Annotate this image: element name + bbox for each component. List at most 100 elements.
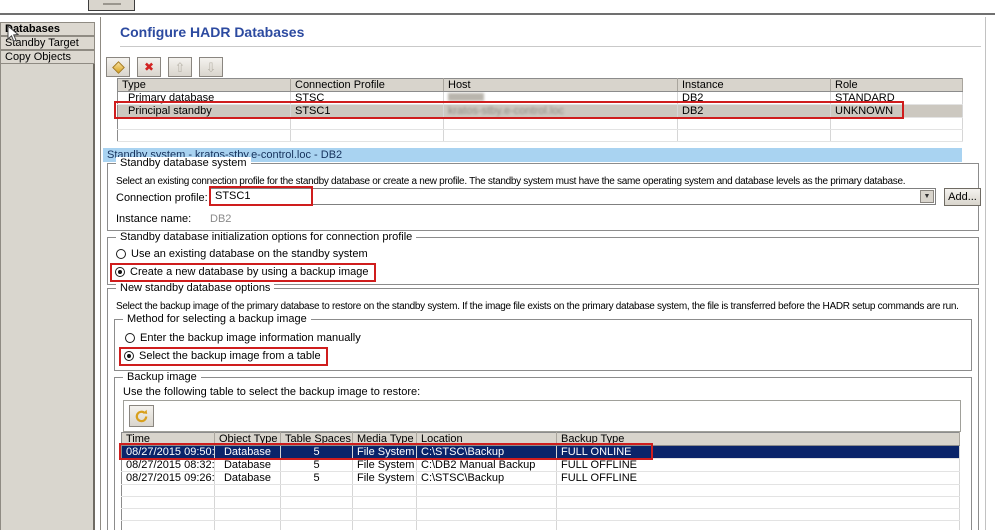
- cell-instance: DB2: [678, 92, 831, 105]
- cell-table-spaces: 5: [281, 459, 353, 472]
- annotation-box-select-from-table: Select the backup image from a table: [119, 347, 328, 366]
- add-icon: [112, 61, 125, 74]
- radio-icon[interactable]: [115, 267, 125, 277]
- move-down-button[interactable]: ⇩: [199, 57, 223, 77]
- standby-database-system-group: Standby database system Select an existi…: [107, 163, 979, 231]
- table-header-row: Type Connection Profile Host Instance Ro…: [118, 79, 963, 92]
- cell-connection-profile: STSC: [291, 92, 444, 105]
- connection-profile-label: Connection profile:: [116, 192, 208, 204]
- table-row-backup-selected[interactable]: 08/27/2015 09:50:05 Database 5 File Syst…: [122, 446, 960, 459]
- table-header-row: Time Object Type Table Spaces Media Type…: [122, 433, 960, 446]
- mouse-cursor-icon: [7, 25, 20, 43]
- init-options-group: Standby database initialization options …: [107, 237, 979, 285]
- window-top-strip: [0, 0, 995, 15]
- cell-type: Principal standby: [118, 105, 291, 118]
- redaction-blur: kratos-stby.e-control.loc: [448, 105, 564, 117]
- cell-host-redacted: [444, 92, 678, 105]
- cell-location: C:\STSC\Backup: [417, 446, 557, 459]
- backup-toolbar: [123, 400, 961, 432]
- page-title: Configure HADR Databases: [120, 24, 304, 40]
- column-header-media-type[interactable]: Media Type: [353, 433, 417, 446]
- cell-type: Primary database: [118, 92, 291, 105]
- connection-profile-select[interactable]: STSC1 ▼: [209, 188, 936, 205]
- cell-role: UNKNOWN: [831, 105, 963, 118]
- redaction-blur: [448, 93, 484, 101]
- column-header-host[interactable]: Host: [444, 79, 678, 92]
- radio-icon[interactable]: [124, 351, 134, 361]
- cell-role: STANDARD: [831, 92, 963, 105]
- group-legend: Backup image: [123, 371, 201, 383]
- group-legend: Method for selecting a backup image: [123, 313, 311, 325]
- column-header-location[interactable]: Location: [417, 433, 557, 446]
- sidebar-item-copy-objects[interactable]: Copy Objects: [0, 50, 95, 64]
- cell-media-type: File System: [353, 472, 417, 485]
- column-header-time[interactable]: Time: [122, 433, 215, 446]
- radio-label: Enter the backup image information manua…: [140, 332, 361, 344]
- table-row-empty[interactable]: [118, 130, 963, 142]
- cell-object-type: Database: [215, 459, 281, 472]
- cell-connection-profile: STSC1: [291, 105, 444, 118]
- table-row-empty[interactable]: [118, 118, 963, 130]
- cell-media-type: File System: [353, 446, 417, 459]
- radio-icon[interactable]: [125, 333, 135, 343]
- column-header-connection-profile[interactable]: Connection Profile: [291, 79, 444, 92]
- configure-hadr-window: Databases Standby Target List Copy Objec…: [0, 0, 995, 530]
- method-group: Method for selecting a backup image Ente…: [114, 319, 972, 371]
- cell-table-spaces: 5: [281, 446, 353, 459]
- group-legend: Standby database initialization options …: [116, 231, 416, 243]
- radio-label: Select the backup image from a table: [139, 350, 321, 362]
- cell-location: C:\STSC\Backup: [417, 472, 557, 485]
- group-description: Select the backup image of the primary d…: [116, 301, 970, 312]
- delete-icon: ✖: [144, 61, 154, 73]
- table-row-empty[interactable]: [122, 521, 960, 530]
- dropdown-arrow-icon[interactable]: ▼: [920, 190, 934, 203]
- group-legend: New standby database options: [116, 282, 274, 294]
- cell-location: C:\DB2 Manual Backup: [417, 459, 557, 472]
- instance-name-label: Instance name:: [116, 213, 191, 225]
- table-row-empty[interactable]: [122, 497, 960, 509]
- table-row-empty[interactable]: [122, 485, 960, 497]
- refresh-button[interactable]: [129, 405, 154, 427]
- cell-table-spaces: 5: [281, 472, 353, 485]
- cell-host-redacted: kratos-stby.e-control.loc: [444, 105, 678, 118]
- refresh-icon: [134, 409, 149, 424]
- radio-option-select-from-table[interactable]: Select the backup image from a table: [119, 347, 328, 366]
- delete-database-button[interactable]: ✖: [137, 57, 161, 77]
- radio-option-enter-manually[interactable]: Enter the backup image information manua…: [125, 332, 361, 344]
- add-profile-button[interactable]: Add...: [944, 188, 981, 206]
- cell-instance: DB2: [678, 105, 831, 118]
- arrow-down-icon: ⇩: [206, 61, 217, 74]
- cell-object-type: Database: [215, 472, 281, 485]
- column-header-role[interactable]: Role: [831, 79, 963, 92]
- hadr-databases-table: Type Connection Profile Host Instance Ro…: [117, 78, 963, 142]
- group-legend: Standby database system: [116, 157, 251, 169]
- table-row-backup[interactable]: 08/27/2015 09:26:40 Database 5 File Syst…: [122, 472, 960, 485]
- backup-image-table: Time Object Type Table Spaces Media Type…: [121, 432, 960, 530]
- cell-backup-type: FULL OFFLINE: [557, 459, 960, 472]
- column-header-instance[interactable]: Instance: [678, 79, 831, 92]
- cell-time: 08/27/2015 09:50:05: [122, 446, 215, 459]
- table-row-empty[interactable]: [122, 509, 960, 521]
- move-up-button[interactable]: ⇧: [168, 57, 192, 77]
- window-control-fragment[interactable]: [88, 0, 135, 11]
- radio-option-existing-database[interactable]: Use an existing database on the standby …: [116, 248, 368, 260]
- column-header-backup-type[interactable]: Backup Type: [557, 433, 960, 446]
- cell-time: 08/27/2015 09:26:40: [122, 472, 215, 485]
- radio-option-create-database[interactable]: Create a new database by using a backup …: [110, 263, 376, 282]
- sidebar-panel: [0, 64, 95, 530]
- column-header-type[interactable]: Type: [118, 79, 291, 92]
- add-database-button[interactable]: [106, 57, 130, 77]
- table-row-principal-standby[interactable]: Principal standby STSC1 kratos-stby.e-co…: [118, 105, 963, 118]
- table-row-primary-database[interactable]: Primary database STSC DB2 STANDARD: [118, 92, 963, 105]
- cell-media-type: File System: [353, 459, 417, 472]
- radio-icon[interactable]: [116, 249, 126, 259]
- connection-profile-value: STSC1: [215, 190, 250, 202]
- cell-backup-type: FULL ONLINE: [557, 446, 960, 459]
- column-header-table-spaces[interactable]: Table Spaces: [281, 433, 353, 446]
- backup-table-instruction: Use the following table to select the ba…: [123, 386, 420, 398]
- column-header-object-type[interactable]: Object Type: [215, 433, 281, 446]
- cell-object-type: Database: [215, 446, 281, 459]
- table-row-backup[interactable]: 08/27/2015 08:32:30 Database 5 File Syst…: [122, 459, 960, 472]
- radio-label: Create a new database by using a backup …: [130, 266, 369, 278]
- instance-name-value: DB2: [210, 213, 231, 225]
